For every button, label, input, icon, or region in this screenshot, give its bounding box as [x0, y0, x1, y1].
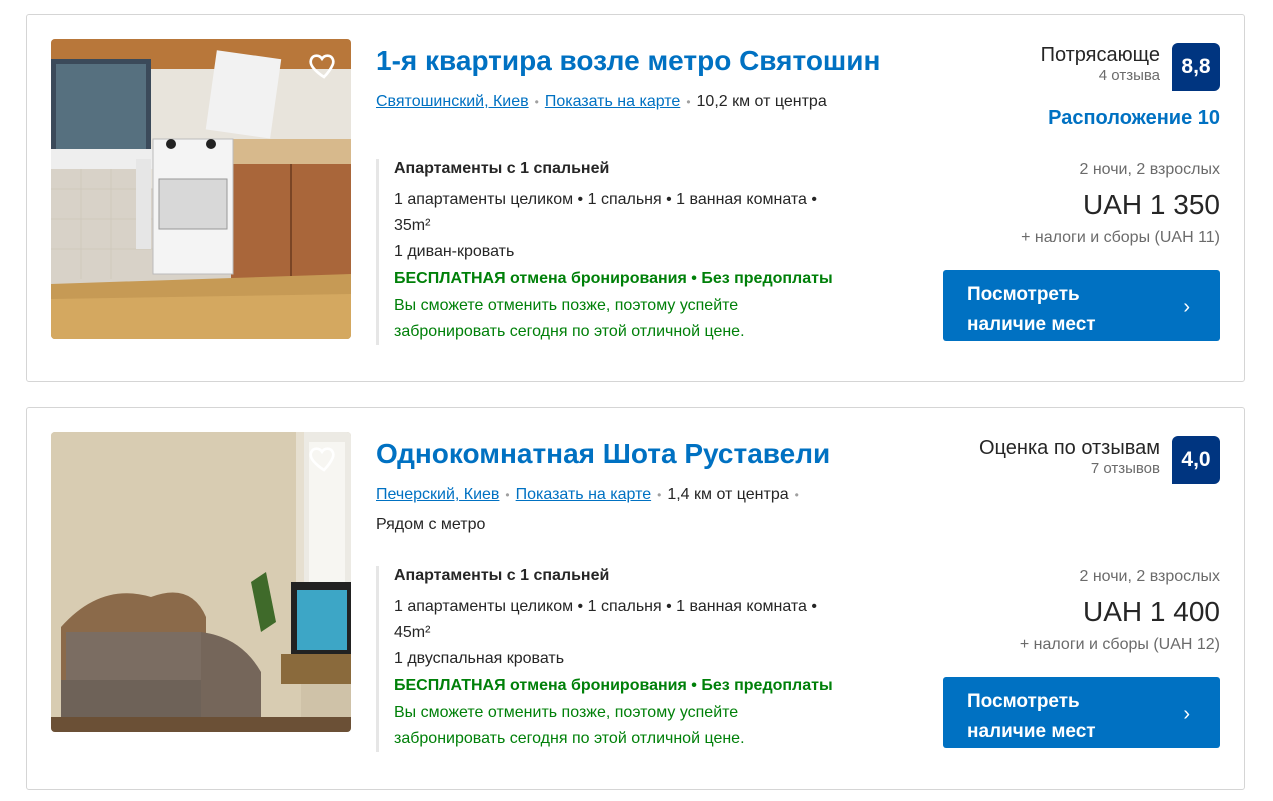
property-photo[interactable]	[51, 39, 351, 339]
property-title[interactable]: Однокомнатная Шота Руставели	[376, 438, 830, 470]
score-word: Оценка по отзывам	[979, 437, 1160, 459]
location-score: Расположение 10	[1048, 107, 1220, 129]
property-card: 1-я квартира возле метро Святошин Святош…	[26, 14, 1245, 382]
property-title[interactable]: 1-я квартира возле метро Святошин	[376, 45, 880, 77]
stay-length: 2 ночи, 2 взрослых	[1079, 161, 1220, 178]
unit-info: Апартаменты с 1 спальней 1 апартаменты ц…	[376, 566, 884, 752]
free-cancellation: БЕСПЛАТНАЯ отмена бронирования • Без пре…	[394, 270, 833, 287]
score-badge: 8,8	[1172, 43, 1220, 91]
free-cancellation: БЕСПЛАТНАЯ отмена бронирования • Без пре…	[394, 677, 833, 694]
district-link[interactable]: Святошинский, Киев	[376, 93, 529, 110]
score-badge: 4,0	[1172, 436, 1220, 484]
price: UAH 1 400	[1083, 596, 1220, 627]
separator-dot: •	[657, 488, 662, 502]
review-count: 4 отзыва	[1098, 67, 1160, 84]
see-availability-button[interactable]: Посмотреть наличие мест ›	[943, 677, 1220, 748]
review-score[interactable]: Оценка по отзывам 7 отзывов 4,0	[979, 436, 1220, 484]
review-score[interactable]: Потрясающе 4 отзыва 8,8	[1041, 43, 1220, 91]
distance-text: 1,4 км от центра	[667, 486, 789, 503]
property-photo[interactable]	[51, 432, 351, 732]
separator-dot: •	[794, 488, 799, 502]
unit-name: Апартаменты с 1 спальней	[394, 567, 610, 584]
unit-name: Апартаменты с 1 спальней	[394, 160, 610, 177]
stay-length: 2 ночи, 2 взрослых	[1079, 568, 1220, 585]
score-word: Потрясающе	[1040, 44, 1160, 66]
free-cancellation-desc: Вы сможете отменить позже, поэтому успей…	[394, 704, 745, 747]
free-cancellation-desc: Вы сможете отменить позже, поэтому успей…	[394, 297, 745, 340]
chevron-right-icon: ›	[1183, 703, 1190, 725]
unit-info: Апартаменты с 1 спальней 1 апартаменты ц…	[376, 159, 884, 345]
property-card: Однокомнатная Шота Руставели Печерский, …	[26, 407, 1245, 790]
metro-nearby: Рядом с метро	[376, 516, 486, 533]
see-availability-button[interactable]: Посмотреть наличие мест ›	[943, 270, 1220, 341]
taxes-fees: + налоги и сборы (UAH 11)	[1021, 229, 1220, 246]
bed-type: 1 диван-кровать	[394, 243, 515, 260]
chevron-right-icon: ›	[1183, 296, 1190, 318]
kitchen-photo	[51, 39, 351, 339]
bed-type: 1 двуспальная кровать	[394, 650, 565, 667]
cta-label: Посмотреть наличие мест	[967, 691, 1096, 742]
heart-icon[interactable]	[307, 49, 341, 81]
taxes-fees: + налоги и сборы (UAH 12)	[1019, 636, 1220, 653]
show-on-map-link[interactable]: Показать на карте	[516, 486, 651, 503]
cta-label: Посмотреть наличие мест	[967, 284, 1096, 335]
unit-area: 45m²	[394, 624, 431, 641]
unit-area: 35m²	[394, 217, 431, 234]
separator-dot: •	[686, 95, 691, 109]
location-line: Печерский, Киев • Показать на карте • 1,4 км…	[376, 486, 805, 504]
unit-details: 1 апартаменты целиком • 1 спальня • 1 ва…	[394, 598, 817, 615]
show-on-map-link[interactable]: Показать на карте	[545, 93, 680, 110]
living-room-photo	[51, 432, 351, 732]
price: UAH 1 350	[1083, 189, 1220, 220]
unit-details: 1 апартаменты целиком • 1 спальня • 1 ва…	[394, 191, 817, 208]
separator-dot: •	[505, 488, 510, 502]
distance-text: 10,2 км от центра	[696, 93, 827, 110]
location-line: Святошинский, Киев • Показать на карте • 10,…	[376, 93, 827, 111]
heart-icon[interactable]	[307, 442, 341, 474]
review-count: 7 отзывов	[1090, 460, 1160, 477]
separator-dot: •	[534, 95, 539, 109]
district-link[interactable]: Печерский, Киев	[376, 486, 499, 503]
